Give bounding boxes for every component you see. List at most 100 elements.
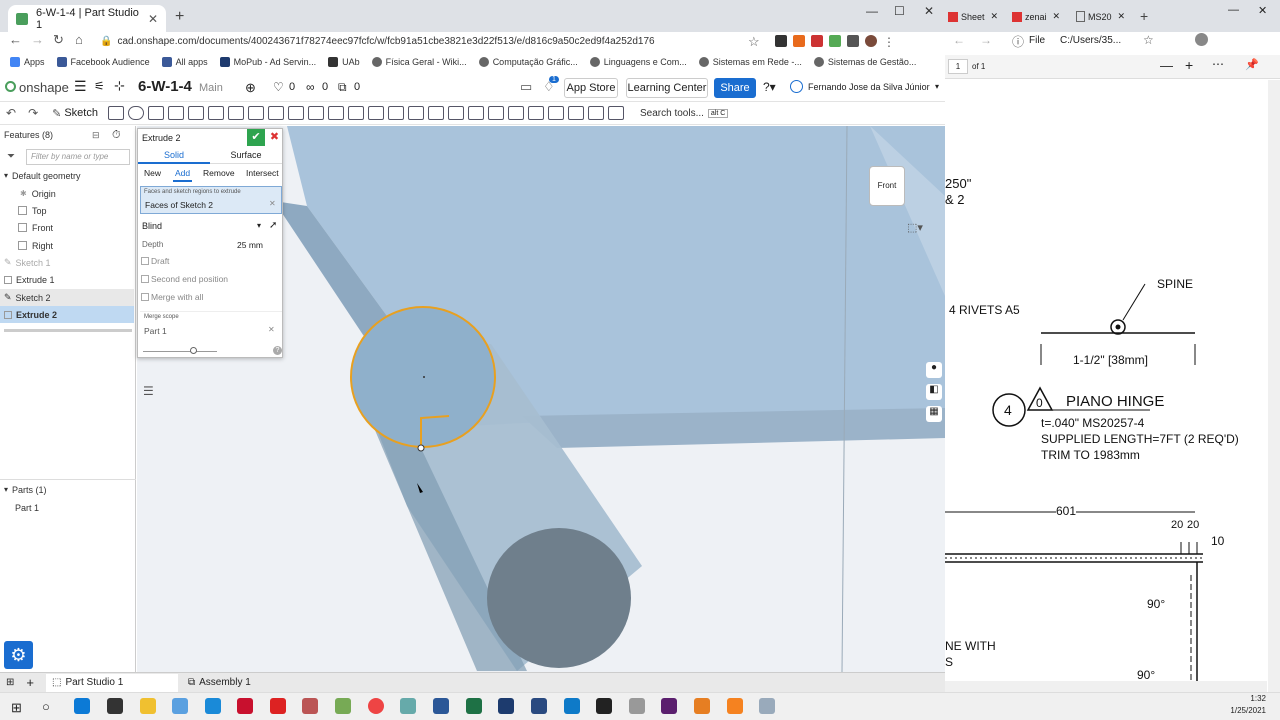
help-icon[interactable]: ?	[273, 346, 282, 355]
app-icon[interactable]	[205, 698, 221, 714]
minimize-icon[interactable]: —	[866, 4, 878, 18]
globe-icon[interactable]: ⊕	[245, 80, 256, 96]
app-icon[interactable]	[302, 698, 318, 714]
tab-solid[interactable]: Solid	[138, 148, 210, 164]
star-icon[interactable]: ☆	[1143, 33, 1154, 47]
close-tab-icon[interactable]: ✕	[991, 11, 999, 22]
frame-icon[interactable]	[527, 106, 544, 120]
vertical-scrollbar[interactable]	[1268, 80, 1280, 692]
default-geometry-folder[interactable]: ▾ Default geometry	[0, 167, 134, 184]
draft-icon[interactable]	[247, 106, 264, 120]
like-icon[interactable]: ♡	[273, 80, 284, 94]
feature-item-extrude2[interactable]: Extrude 2	[0, 306, 134, 323]
merge-scope-field[interactable]: Merge scope Part 1 ✕	[140, 311, 282, 339]
edge-icon[interactable]	[74, 698, 90, 714]
settings-gear-icon[interactable]: ⚙	[4, 641, 33, 669]
user-name[interactable]: Fernando Jose da Silva Júnior	[808, 82, 930, 92]
feature-item-sketch1[interactable]: ✎ Sketch 1	[0, 254, 134, 271]
slider-handle[interactable]	[190, 347, 197, 354]
app-icon[interactable]	[531, 698, 547, 714]
helix-icon[interactable]	[447, 106, 464, 120]
feature-item-origin[interactable]: ✱ Origin	[0, 185, 134, 202]
op-remove-button[interactable]: Remove	[203, 168, 235, 178]
windows-start-icon[interactable]: ⊞	[11, 700, 22, 716]
close-window-icon[interactable]: ✕	[1258, 4, 1267, 17]
transform-icon[interactable]	[387, 106, 404, 120]
profile-avatar-icon[interactable]	[1195, 33, 1208, 46]
pattern-icon[interactable]	[327, 106, 344, 120]
bookmark-item[interactable]: Sistemas de Gestão...	[813, 57, 916, 67]
depth-input[interactable]: 25 mm	[237, 240, 263, 250]
back-icon[interactable]: ←	[9, 32, 22, 47]
document-list-icon[interactable]: ⚟	[94, 79, 105, 93]
address-bar[interactable]: 🔒 cad.onshape.com/documents/400243671f78…	[100, 34, 770, 49]
boolean-icon[interactable]	[347, 106, 364, 120]
pin-icon[interactable]: 📌	[1245, 58, 1259, 71]
undo-icon[interactable]: ↶	[6, 106, 16, 120]
extension-icon[interactable]	[811, 35, 823, 47]
app-icon[interactable]	[172, 698, 188, 714]
sheet-metal-icon[interactable]	[507, 106, 524, 120]
accept-check-icon[interactable]: ✔	[247, 129, 265, 146]
menu-dots-icon[interactable]: ⋮	[883, 35, 895, 49]
comment-icon[interactable]: ▭	[520, 79, 532, 95]
feature-filter-input[interactable]: Filter by name or type	[26, 149, 130, 165]
loft-icon[interactable]	[167, 106, 184, 120]
op-intersect-button[interactable]: Intersect	[246, 168, 279, 178]
page-number-input[interactable]: 1	[948, 59, 968, 74]
star-icon[interactable]: ☆	[748, 34, 760, 50]
view-cube-menu-icon[interactable]: ⬚▾	[907, 221, 923, 234]
new-tab-icon[interactable]: +	[1140, 8, 1148, 24]
app-store-button[interactable]: App Store	[564, 78, 618, 98]
bookmark-item[interactable]: Facebook Audience	[56, 57, 150, 67]
maximize-icon[interactable]: ☐	[894, 4, 905, 18]
bookmark-item[interactable]: Sistemas em Rede -...	[698, 57, 802, 67]
back-icon[interactable]: ←	[953, 33, 965, 47]
forward-icon[interactable]: →	[31, 32, 44, 47]
second-end-checkbox[interactable]	[141, 275, 149, 283]
browser-tab[interactable]: zenai ✕	[1012, 11, 1060, 22]
clear-selection-icon[interactable]: ✕	[268, 325, 275, 334]
mate-connector-icon[interactable]	[427, 106, 444, 120]
puzzle-icon[interactable]	[847, 35, 859, 47]
chevron-down-icon[interactable]: ▾	[4, 485, 8, 494]
horizontal-scrollbar[interactable]	[945, 681, 1267, 692]
merge-all-checkbox[interactable]	[141, 293, 149, 301]
bookmark-item[interactable]: MoPub - Ad Servin...	[219, 57, 316, 67]
close-tab-icon[interactable]: ✕	[1053, 11, 1061, 22]
file-path[interactable]: C:/Users/35...	[1060, 35, 1121, 46]
chevron-down-icon[interactable]: ▾	[4, 171, 8, 180]
clock-time[interactable]: 1:32	[1230, 694, 1266, 703]
mcafee-icon[interactable]	[237, 698, 253, 714]
revolve-icon[interactable]	[127, 106, 144, 120]
rollback-bar[interactable]	[4, 329, 132, 332]
app-icon[interactable]	[498, 698, 514, 714]
extension-icon[interactable]	[775, 35, 787, 47]
hamburger-menu-icon[interactable]: ☰	[74, 78, 87, 95]
timer-icon[interactable]: ⏱	[112, 129, 121, 142]
parts-folder[interactable]: ▾ Parts (1)	[0, 481, 134, 498]
search-icon[interactable]: ○	[42, 699, 50, 714]
op-add-button[interactable]: Add	[173, 168, 193, 182]
add-custom-feature-icon[interactable]	[607, 106, 624, 120]
bookmark-item[interactable]: All apps	[161, 57, 208, 67]
appearance-icon[interactable]: ●	[926, 362, 942, 378]
chamfer-icon[interactable]	[227, 106, 244, 120]
vlc-icon[interactable]	[727, 698, 743, 714]
hole-icon[interactable]	[307, 106, 324, 120]
surface-icon[interactable]	[487, 106, 504, 120]
minimize-icon[interactable]: —	[1228, 4, 1239, 16]
store-icon[interactable]	[107, 698, 123, 714]
app-icon[interactable]	[335, 698, 351, 714]
feature-item-sketch2[interactable]: ✎ Sketch 2	[0, 289, 134, 306]
feature-item-top[interactable]: Top	[0, 202, 134, 219]
chevron-down-icon[interactable]: ▾	[935, 82, 939, 91]
reload-icon[interactable]: ↻	[53, 32, 64, 48]
document-title[interactable]: 6-W-1-4	[138, 78, 192, 95]
curve-icon[interactable]	[467, 106, 484, 120]
plane-icon[interactable]	[407, 106, 424, 120]
op-new-button[interactable]: New	[144, 168, 161, 178]
redo-icon[interactable]: ↷	[28, 106, 38, 120]
file-explorer-icon[interactable]	[140, 698, 156, 714]
profile-avatar-icon[interactable]	[865, 35, 877, 47]
